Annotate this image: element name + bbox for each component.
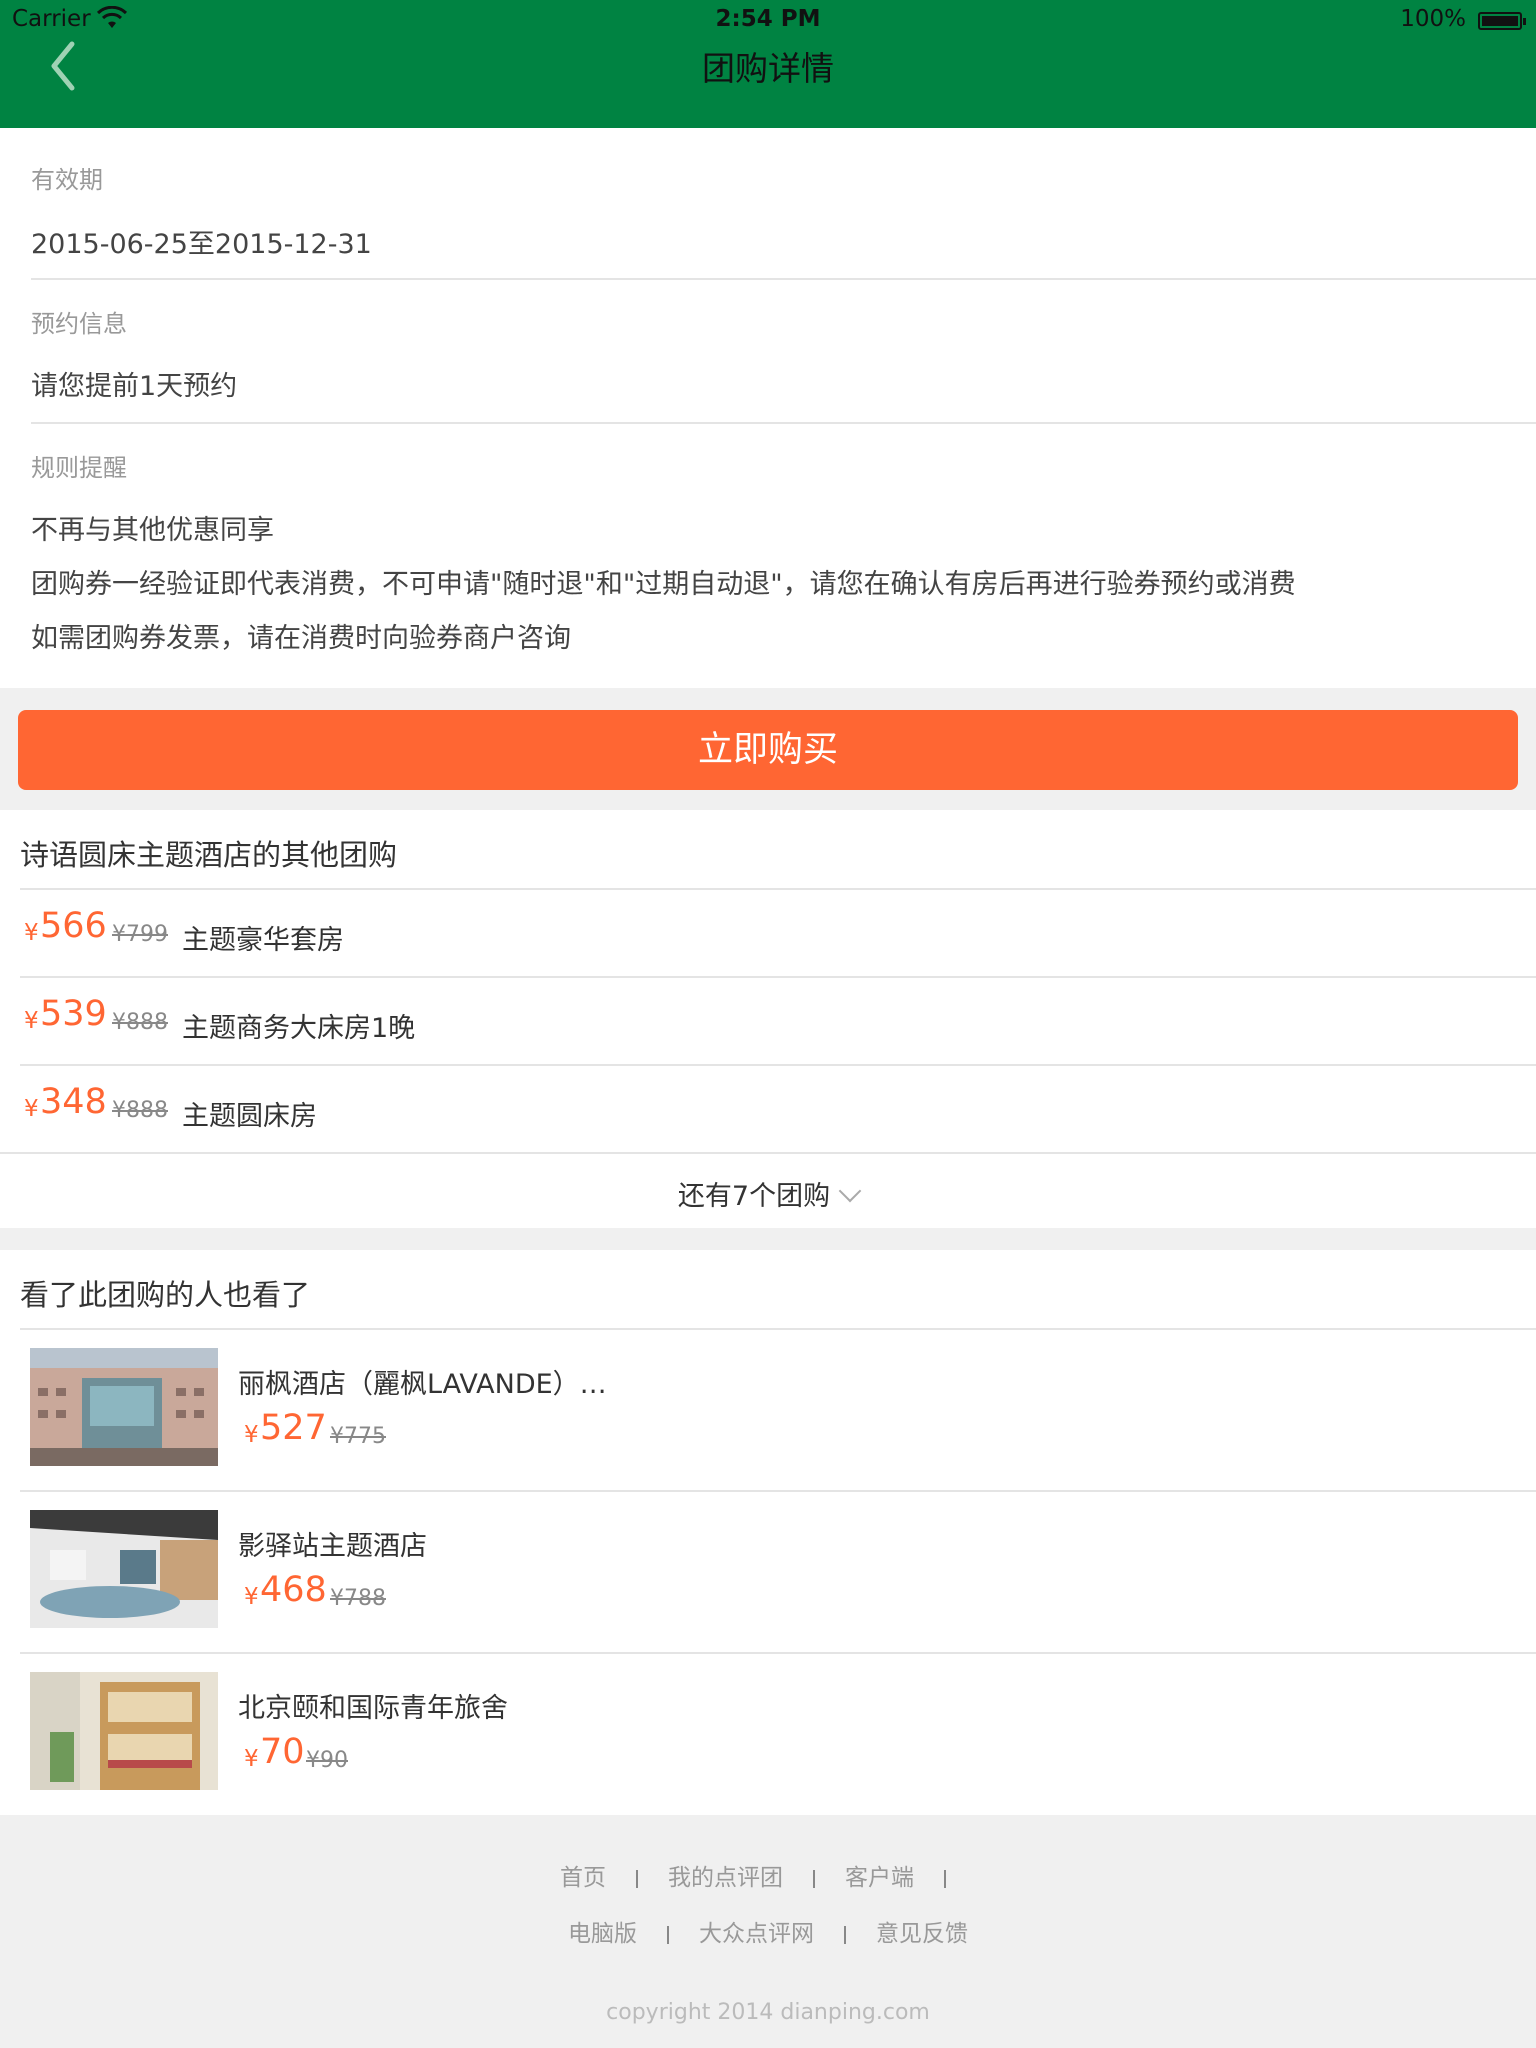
divider	[31, 278, 1536, 280]
page-title: 团购详情	[702, 49, 834, 88]
recommendation-row[interactable]: 影驿站主题酒店 ¥ 468 ¥788	[20, 1490, 1536, 1652]
deal-name: 主题圆床房	[182, 1101, 317, 1132]
divider	[636, 1869, 638, 1888]
deal-original-price: ¥888	[112, 1010, 168, 1035]
section-title: 看了此团购的人也看了	[20, 1278, 311, 1312]
other-deals-section: 诗语圆床主题酒店的其他团购 ¥ 566 ¥799 主题豪华套房 ¥ 539 ¥8…	[0, 810, 1536, 1228]
rule-line: 不再与其他优惠同享	[31, 515, 274, 546]
deal-info-card: 有效期 2015-06-25至2015-12-31 预约信息 请您提前1天预约 …	[0, 128, 1536, 688]
currency-symbol: ¥	[244, 1584, 259, 1610]
recommendation-row[interactable]: 北京颐和国际青年旅舍 ¥ 70 ¥90	[20, 1652, 1536, 1814]
rule-line: 如需团购券发票，请在消费时向验券商户咨询	[31, 623, 571, 654]
deal-name: 主题商务大床房1晚	[182, 1013, 416, 1044]
currency-symbol: ¥	[24, 1096, 39, 1122]
also-viewed-section: 看了此团购的人也看了 丽枫酒店（麗枫LAVANDE）… ¥ 527 ¥775 影…	[0, 1250, 1536, 1815]
chevron-down-icon	[838, 1179, 862, 1203]
hotel-thumbnail	[30, 1510, 218, 1628]
hotel-name: 丽枫酒店（麗枫LAVANDE）…	[238, 1369, 607, 1400]
hotel-thumbnail	[30, 1672, 218, 1790]
currency-symbol: ¥	[244, 1422, 259, 1448]
deal-row[interactable]: ¥ 566 ¥799 主题豪华套房	[20, 888, 1536, 976]
deal-original-price: ¥888	[112, 1098, 168, 1123]
recommendation-row[interactable]: 丽枫酒店（麗枫LAVANDE）… ¥ 527 ¥775	[20, 1328, 1536, 1490]
hotel-price: 527	[260, 1408, 327, 1448]
validity-label: 有效期	[31, 166, 103, 194]
hotel-original-price: ¥775	[330, 1424, 386, 1449]
copyright: copyright 2014 dianping.com	[606, 2000, 930, 2025]
deal-price: 566	[40, 906, 107, 946]
hotel-thumbnail	[30, 1348, 218, 1466]
battery-percent: 100%	[1400, 6, 1466, 32]
currency-symbol: ¥	[244, 1746, 259, 1772]
hotel-price: 70	[260, 1732, 305, 1772]
currency-symbol: ¥	[24, 1008, 39, 1034]
divider	[813, 1869, 815, 1888]
deal-row[interactable]: ¥ 348 ¥888 主题圆床房	[20, 1064, 1536, 1152]
hotel-name: 影驿站主题酒店	[238, 1531, 427, 1562]
booking-value: 请您提前1天预约	[31, 371, 238, 402]
hotel-price: 468	[260, 1570, 327, 1610]
more-deals-label: 还有7个团购	[0, 1174, 1536, 1213]
deal-original-price: ¥799	[112, 922, 168, 947]
divider	[667, 1925, 669, 1944]
validity-value: 2015-06-25至2015-12-31	[31, 229, 372, 260]
header-bar: Carrier 2:54 PM 100% 团购详情	[0, 0, 1536, 128]
currency-symbol: ¥	[24, 920, 39, 946]
footer-link-client[interactable]: 客户端	[845, 1865, 914, 1891]
more-deals-button[interactable]: 还有7个团购	[0, 1152, 1536, 1228]
footer-links-row: 电脑版 大众点评网 意见反馈	[0, 1914, 1536, 1948]
footer-link-dianping[interactable]: 大众点评网	[699, 1921, 814, 1947]
divider	[31, 422, 1536, 424]
deal-price: 539	[40, 994, 107, 1034]
deal-row[interactable]: ¥ 539 ¥888 主题商务大床房1晚	[20, 976, 1536, 1064]
clock: 2:54 PM	[715, 6, 821, 32]
hotel-original-price: ¥788	[330, 1586, 386, 1611]
deal-price: 348	[40, 1082, 107, 1122]
buy-now-button[interactable]: 立即购买	[18, 710, 1518, 790]
footer-link-feedback[interactable]: 意见反馈	[876, 1921, 968, 1947]
footer-link-my-reviews[interactable]: 我的点评团	[668, 1865, 783, 1891]
hotel-name: 北京颐和国际青年旅舍	[238, 1693, 508, 1724]
hotel-original-price: ¥90	[306, 1748, 348, 1773]
deal-name: 主题豪华套房	[182, 925, 344, 956]
divider	[844, 1925, 846, 1944]
footer-links-row: 首页 我的点评团 客户端	[0, 1858, 1536, 1892]
section-title: 诗语圆床主题酒店的其他团购	[20, 838, 398, 872]
footer-link-home[interactable]: 首页	[560, 1865, 606, 1891]
divider	[944, 1869, 946, 1888]
rules-label: 规则提醒	[31, 454, 127, 482]
footer-link-desktop[interactable]: 电脑版	[568, 1921, 637, 1947]
more-deals-text: 还有7个团购	[677, 1181, 831, 1212]
booking-label: 预约信息	[31, 310, 127, 338]
rule-line: 团购券一经验证即代表消费，不可申请"随时退"和"过期自动退"，请您在确认有房后再…	[31, 569, 1296, 600]
battery-icon	[1478, 12, 1526, 30]
